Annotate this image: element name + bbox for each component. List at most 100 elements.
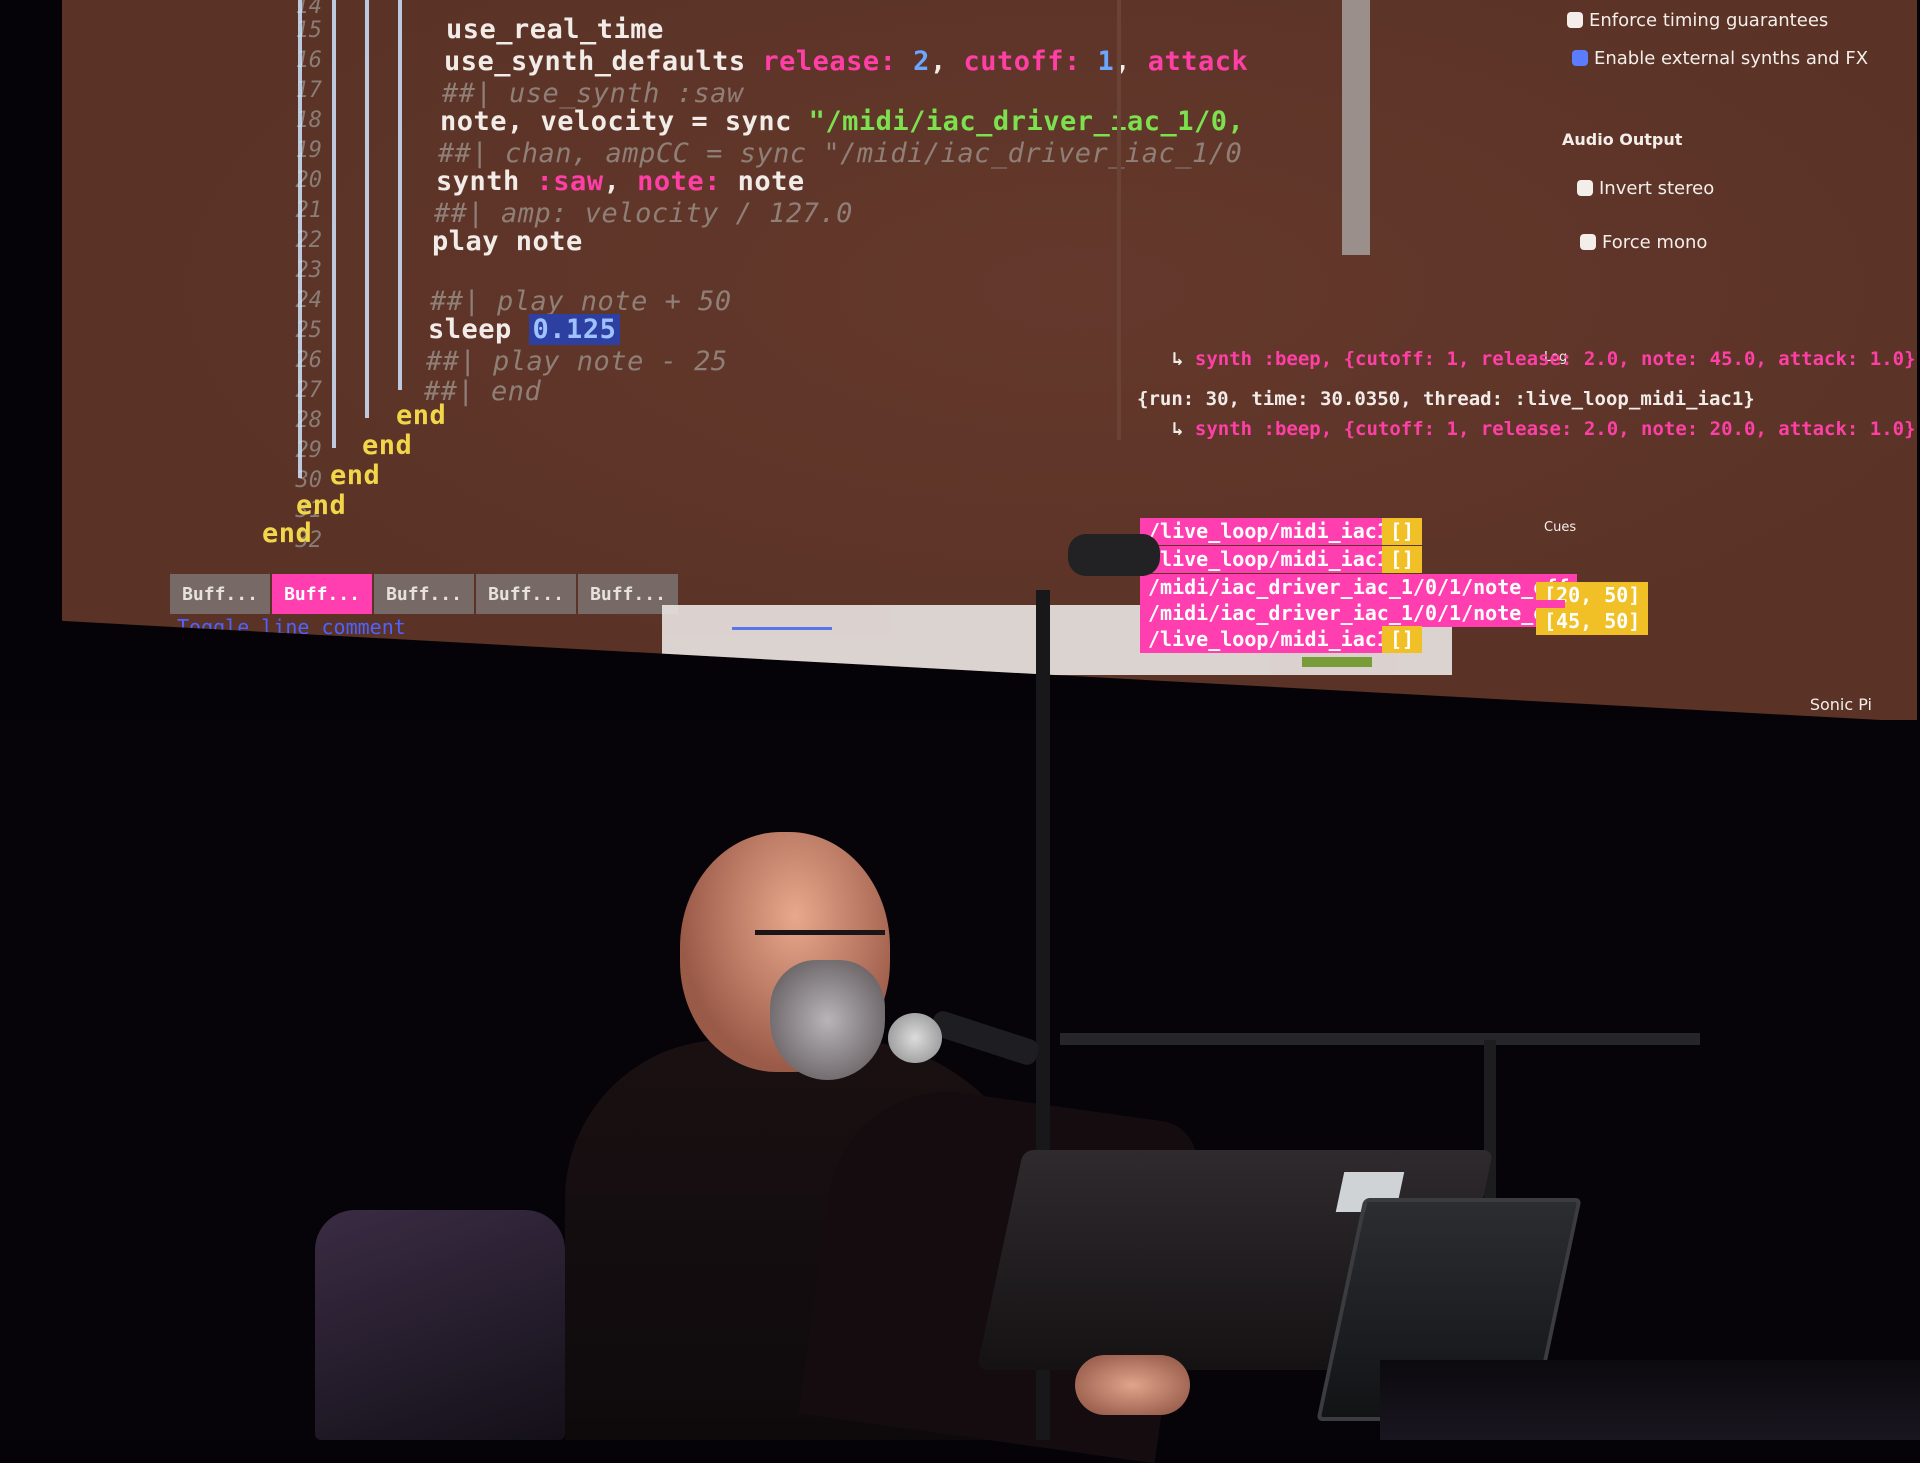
code-end[interactable]: end (396, 400, 446, 431)
webcam (1068, 534, 1160, 576)
cue-path: /live_loop/midi_iac1 (1140, 626, 1397, 653)
cue-value: [] (1382, 546, 1423, 573)
log-line: {run: 30, time: 30.0350, thread: :live_l… (1137, 388, 1755, 410)
cue-path: /live_loop/midi_iac1 (1140, 518, 1397, 545)
code-token: sleep (428, 314, 529, 345)
code-token: use_synth_defaults (444, 46, 763, 77)
log-line: ↳ synth :beep, {cutoff: 1, release: 2.0,… (1172, 418, 1916, 440)
line-number: 15 (295, 18, 323, 43)
pref-invert-stereo[interactable]: Invert stereo (1577, 178, 1714, 199)
code-line[interactable]: use_synth_defaults release: 2, cutoff: 1… (444, 46, 1248, 77)
code-end[interactable]: end (262, 518, 312, 549)
code-line[interactable]: synth :saw, note: note (436, 166, 805, 197)
code-token: note, velocity = sync (440, 106, 809, 137)
line-number: 16 (295, 48, 323, 73)
line-number: 22 (295, 228, 323, 253)
chair (315, 1210, 565, 1440)
line-number: 19 (295, 138, 323, 163)
line-number: 18 (295, 108, 323, 133)
code-token: "/midi/iac_driver_iac_1/0, (808, 106, 1245, 137)
log-arrow-icon: ↳ (1172, 348, 1195, 370)
performer-glasses (755, 930, 885, 951)
tab-buffer[interactable]: Buff... (374, 574, 474, 614)
checkbox-icon[interactable] (1577, 180, 1593, 196)
log-arrow-icon: ↳ (1172, 418, 1195, 440)
code-token: release: (762, 46, 914, 77)
code-token: , (929, 46, 964, 77)
performer-beard (770, 960, 885, 1080)
code-line-comment[interactable]: ##| amp: velocity / 127.0 (434, 198, 853, 229)
code-line-comment[interactable]: ##| use_synth :saw (442, 78, 744, 109)
pref-force-mono[interactable]: Force mono (1580, 232, 1707, 253)
code-end[interactable]: end (296, 490, 346, 521)
line-number: 26 (295, 348, 323, 373)
line-number: 25 (295, 318, 323, 343)
cue-value: [45, 50] (1536, 608, 1649, 635)
log-text: synth :beep, {cutoff: 1, release: 2.0, n… (1194, 418, 1916, 440)
code-line[interactable]: sleep 0.125 (428, 314, 621, 345)
code-line-comment[interactable]: ##| play note + 50 (430, 286, 732, 317)
cue-path: /midi/iac_driver_iac_1/0/1/note_off (1140, 574, 1578, 601)
line-number: 29 (295, 438, 323, 463)
code-line[interactable]: play note (432, 226, 583, 257)
pref-label: Enforce timing guarantees (1589, 10, 1829, 31)
code-line-comment[interactable]: ##| chan, ampCC = sync "/midi/iac_driver… (438, 138, 1242, 169)
code-token: cutoff: (963, 46, 1098, 77)
code-token: :saw (536, 166, 604, 197)
code-token: 2 (913, 46, 930, 77)
cue-path: /midi/iac_driver_iac_1/0/1/note_on (1140, 600, 1566, 627)
cue-value: [] (1382, 518, 1423, 545)
line-number: 14 (295, 0, 323, 19)
line-number: 27 (295, 378, 323, 403)
pref-label: Enable external synths and FX (1594, 48, 1869, 69)
pref-timing[interactable]: Enforce timing guarantees (1567, 10, 1828, 31)
tab-buffer-active[interactable]: Buff... (272, 574, 372, 614)
code-token: 0.125 (528, 314, 621, 345)
scope-waveform (732, 627, 832, 630)
line-number: 24 (295, 288, 323, 313)
tab-buffer[interactable]: Buff... (476, 574, 576, 614)
cue-path: /live_loop/midi_iac1 (1140, 546, 1397, 573)
microphone-head (888, 1013, 942, 1063)
pref-label: Invert stereo (1599, 178, 1715, 199)
checkbox-icon[interactable] (1567, 12, 1583, 28)
checkbox-checked-icon[interactable] (1572, 50, 1588, 66)
code-line[interactable]: note, velocity = sync "/midi/iac_driver_… (440, 106, 1244, 137)
code-token: , (603, 166, 638, 197)
pref-external-synths[interactable]: Enable external synths and FX (1572, 48, 1868, 69)
scrollbar[interactable] (1342, 0, 1370, 255)
tab-buffer[interactable]: Buff... (170, 574, 270, 614)
code-token: attack (1147, 46, 1249, 77)
log-line: ↳ synth :beep, {cutoff: 1, release: 2.0,… (1172, 348, 1916, 370)
pane-divider[interactable] (1117, 0, 1121, 440)
code-end[interactable]: end (362, 430, 412, 461)
code-line-comment[interactable]: ##| play note - 25 (426, 346, 728, 377)
code-line[interactable]: use_real_time (446, 14, 664, 45)
line-number: 23 (295, 258, 323, 283)
checkbox-icon[interactable] (1580, 234, 1596, 250)
code-token: note (720, 166, 805, 197)
scope-level (1302, 657, 1372, 667)
code-end[interactable]: end (330, 460, 380, 491)
indent-guide (298, 0, 302, 478)
log-text: synth :beep, {cutoff: 1, release: 2.0, n… (1194, 348, 1916, 370)
pref-label: Force mono (1602, 232, 1708, 253)
code-token: synth (436, 166, 537, 197)
cues-label: Cues (1544, 520, 1577, 535)
code-token: 1 (1097, 46, 1115, 77)
performer-hand (1075, 1355, 1190, 1415)
status-message: Toggle line comment (177, 615, 406, 639)
line-number: 21 (295, 198, 323, 223)
line-number: 28 (295, 408, 323, 433)
cue-value: [] (1382, 626, 1423, 653)
code-token: note: (637, 166, 721, 197)
line-number: 17 (295, 78, 323, 103)
projected-sonic-pi-screen: 14 15 16 17 18 19 20 21 22 23 24 25 26 2… (62, 0, 1917, 722)
indent-guide (365, 0, 369, 418)
indent-guide (398, 0, 402, 390)
indent-guide (332, 0, 336, 448)
boom-arm (1060, 1033, 1700, 1045)
app-name: Sonic Pi (1809, 695, 1872, 714)
line-number: 20 (295, 168, 323, 193)
cables (1380, 1360, 1920, 1440)
